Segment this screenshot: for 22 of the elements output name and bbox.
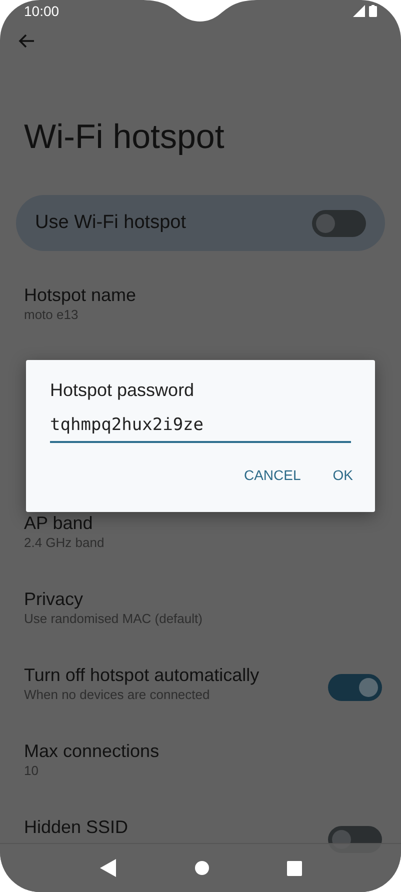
setting-title[interactable]: AP band: [24, 512, 104, 534]
setting-title[interactable]: Max connections: [24, 740, 160, 762]
dialog-button[interactable]: OK: [320, 459, 365, 491]
signal-icon: [353, 4, 365, 17]
setting-title[interactable]: Turn off hotspot automatically: [24, 664, 260, 686]
battery-icon: [369, 4, 377, 17]
dialog-title: Hotspot password: [50, 380, 196, 401]
recents-square-icon[interactable]: [287, 860, 302, 876]
setting-title[interactable]: Hotspot name: [24, 284, 136, 306]
back-triangle-icon[interactable]: [98, 858, 117, 878]
toggle-switch[interactable]: [312, 210, 366, 237]
password-field[interactable]: tqhmpq2hux2i9ze: [50, 411, 351, 443]
dialog-button[interactable]: CANCEL: [232, 459, 313, 491]
home-circle-icon[interactable]: [194, 860, 210, 876]
status-time: 10:00: [24, 2, 60, 19]
page-title: Wi-Fi hotspot: [24, 117, 226, 158]
setting-title[interactable]: Privacy: [24, 588, 202, 610]
switch-label: Use Wi-Fi hotspot: [35, 212, 186, 234]
setting-title[interactable]: Hidden SSID: [24, 816, 128, 838]
main-switch-card[interactable]: Use Wi-Fi hotspot: [16, 195, 385, 251]
toggle-switch[interactable]: [328, 674, 382, 701]
back-arrow-icon[interactable]: [18, 32, 36, 50]
